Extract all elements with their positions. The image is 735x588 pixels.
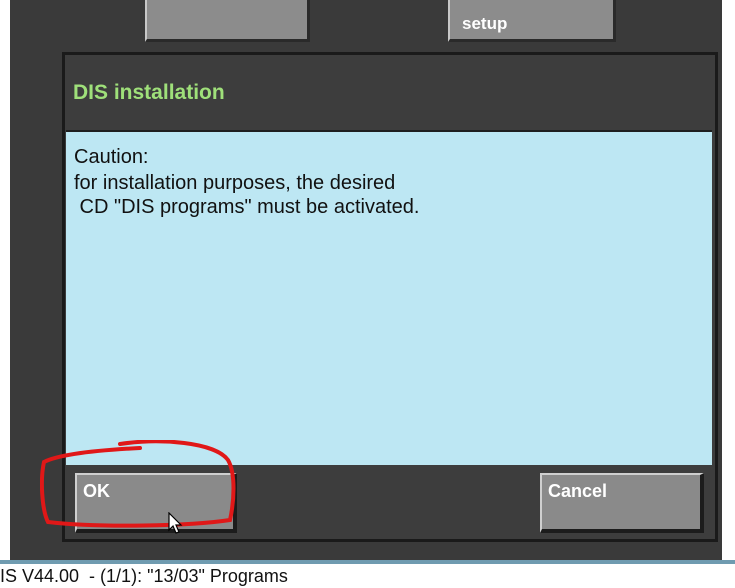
toolbar-button-1[interactable] (145, 0, 310, 42)
setup-button[interactable]: setup (448, 0, 616, 42)
status-bar-divider (0, 560, 735, 564)
red-highlight-annotation (40, 440, 236, 528)
message-line-2: for installation purposes, the desired (74, 172, 396, 194)
message-line-3: CD "DIS programs" must be activated. (74, 196, 420, 218)
screen: setup DIS installation Caution: for inst… (0, 0, 735, 588)
cancel-button-label: Cancel (548, 481, 608, 501)
dialog-message-area: Caution: for installation purposes, the … (66, 130, 712, 465)
status-bar-text: IS V44.00 - (1/1): "13/03" Programs (0, 566, 288, 586)
cancel-button[interactable]: Cancel (540, 473, 704, 533)
message-line-caution: Caution: (74, 146, 149, 168)
setup-button-label: setup (462, 14, 508, 33)
dialog-title: DIS installation (73, 81, 225, 104)
mouse-pointer-icon (168, 512, 183, 534)
status-bar: IS V44.00 - (1/1): "13/03" Programs (0, 560, 735, 588)
